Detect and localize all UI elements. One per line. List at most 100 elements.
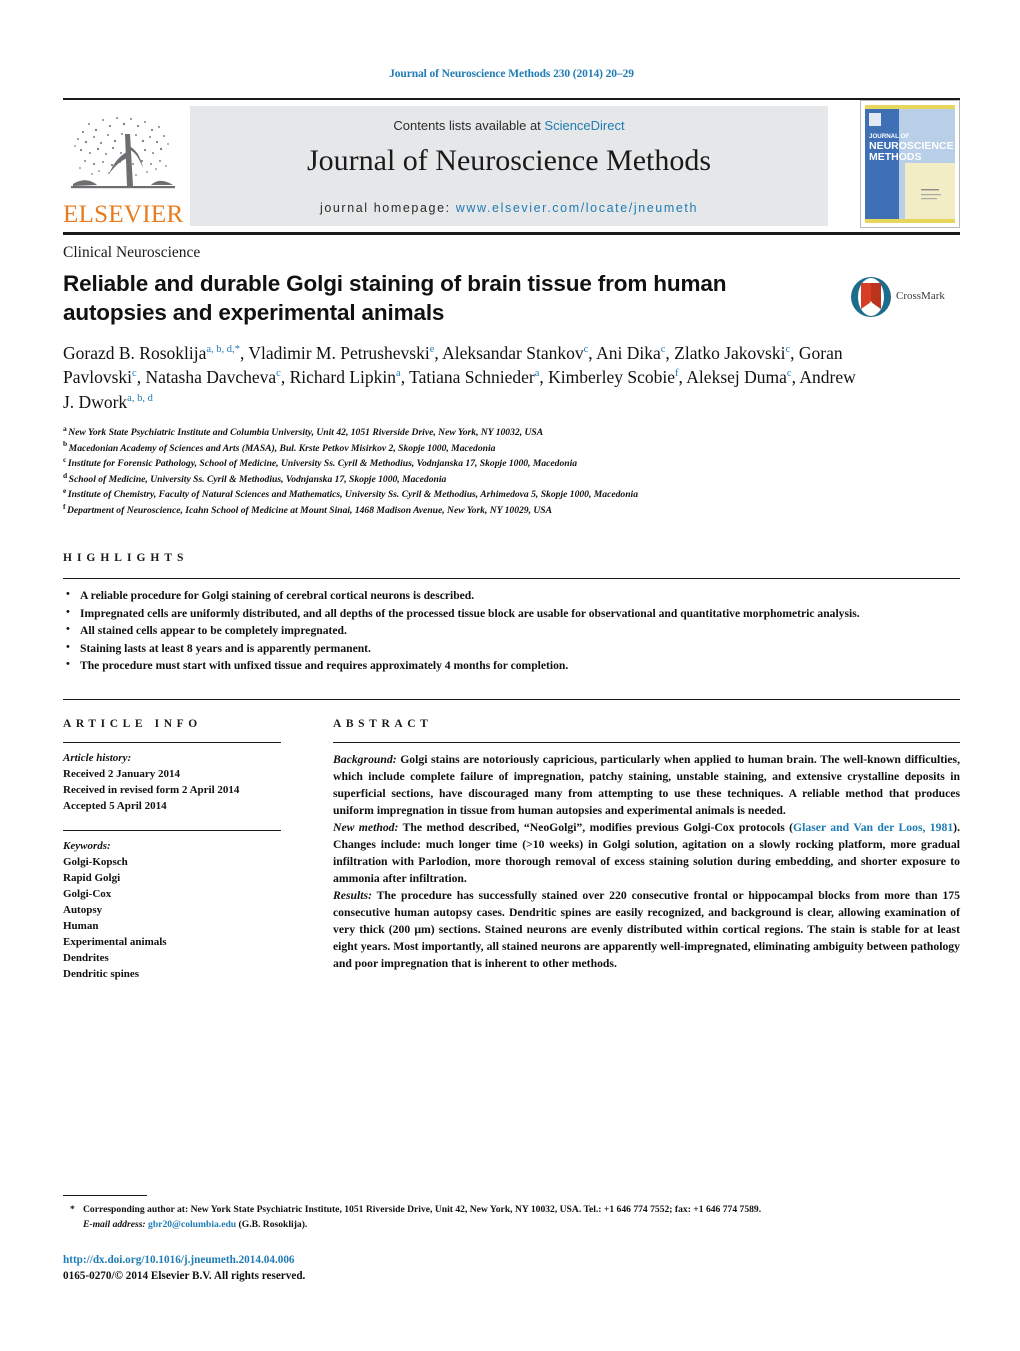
sciencedirect-link[interactable]: ScienceDirect — [544, 118, 624, 133]
highlight-item: The procedure must start with unfixed ti… — [63, 657, 960, 674]
article-info-column: ARTICLE INFO Article history: Received 2… — [63, 718, 281, 983]
author-name: Gorazd B. Rosoklija — [63, 342, 207, 363]
keywords-block: Keywords: Golgi-Kopsch Rapid Golgi Golgi-C… — [63, 831, 281, 982]
keyword-item: Dendrites — [63, 952, 109, 965]
highlight-item: Impregnated cells are uniformly distribu… — [63, 605, 960, 622]
corresponding-author-mark: * — [234, 343, 240, 355]
affiliation-item: a New York State Psychiatric Institute an… — [63, 425, 960, 441]
article-info-heading: ARTICLE INFO — [63, 717, 202, 730]
article-history: Article history: Received 2 January 2014… — [63, 743, 281, 814]
newmethod-citation-link[interactable]: Glaser and Van der Loos, 1981 — [793, 821, 953, 834]
author-affiliation-mark: c — [276, 368, 281, 380]
affiliation-text: Institute of Chemistry, Faculty of Natur… — [67, 489, 638, 501]
author-affiliation-mark: c — [785, 343, 791, 355]
affiliation-text: Institute for Forensic Pathology, School… — [67, 458, 578, 470]
author-affiliation-mark: c — [583, 343, 589, 355]
affiliation-mark: c — [63, 455, 67, 464]
author-affiliation-mark: f — [675, 368, 679, 380]
keyword-item: Golgi-Kopsch — [63, 855, 128, 868]
background-label: Background: — [333, 752, 397, 766]
abstract-paragraph-newmethod: New method: The method described, “NeoGo… — [333, 819, 960, 887]
email-suffix: (G.B. Rosoklija). — [236, 1219, 308, 1231]
affiliation-item: c Institute for Forensic Pathology, Schoo… — [63, 456, 960, 472]
highlight-item: All stained cells appear to be completel… — [63, 622, 960, 639]
title-block: Reliable and durable Golgi staining of b… — [63, 262, 960, 328]
elsevier-wordmark: ELSEVIER — [63, 201, 184, 228]
author-name: Aleksandar Stankov — [442, 342, 584, 363]
affiliation-text: School of Medicine, University Ss. Cyril… — [68, 473, 447, 485]
background-text: Golgi stains are notoriously capricious,… — [333, 752, 960, 817]
running-head: Journal of Neuroscience Methods 230 (201… — [389, 68, 634, 80]
svg-text:JOURNAL OF: JOURNAL OF — [869, 133, 909, 140]
keyword-item: Dendritic spines — [63, 968, 140, 981]
author-name: Natasha Davcheva — [145, 367, 277, 388]
author-affiliation-mark: c — [660, 343, 666, 355]
homepage-link[interactable]: www.elsevier.com/locate/jneumeth — [456, 201, 698, 215]
author-affiliation-mark: a — [396, 368, 401, 380]
author-list: Gorazd B. Rosoklijaa, b, d,*, Vladimir M… — [63, 342, 856, 413]
crossmark-icon — [851, 277, 891, 317]
author-affiliation-mark: a, b, d, — [206, 343, 235, 355]
affiliation-item: e Institute of Chemistry, Faculty of Natu… — [63, 487, 960, 503]
keyword-item: Autopsy — [63, 903, 103, 916]
journal-section-label: Clinical Neuroscience — [63, 244, 201, 261]
keyword-item: Experimental animals — [63, 936, 167, 949]
author-affiliation-mark: e — [429, 343, 435, 355]
copyright-line: 0165-0270/© 2014 Elsevier B.V. All right… — [63, 1270, 306, 1283]
results-label: Results: — [333, 888, 372, 902]
elsevier-tree-icon — [71, 117, 175, 189]
abstract-body: Background: Golgi stains are notoriously… — [333, 743, 960, 972]
author-name: Tatiana Schnieder — [409, 367, 535, 388]
affiliation-text: New York State Psychiatric Institute and… — [68, 427, 544, 439]
results-text: The procedure has successfully stained o… — [333, 888, 960, 970]
author-affiliation-mark: a — [534, 368, 540, 380]
doi-link[interactable]: http://dx.doi.org/10.1016/j.jneumeth.201… — [63, 1253, 960, 1269]
elsevier-logo: ELSEVIER — [63, 106, 183, 228]
article-history-item: Accepted 5 April 2014 — [63, 799, 167, 812]
article-history-label: Article history: — [63, 751, 132, 764]
journal-cover-thumbnail: JOURNAL OF NEUROSCIENCE METHODS — [860, 100, 960, 228]
author-name: Kimberley Scobie — [548, 367, 675, 388]
affiliation-mark: d — [63, 470, 68, 480]
crossmark-badge[interactable]: CrossMark — [850, 276, 960, 322]
email-link[interactable]: gbr20@columbia.edu — [148, 1219, 236, 1230]
column-gap — [281, 718, 333, 983]
author-affiliation-mark: c — [132, 368, 137, 380]
affiliation-mark: a — [63, 423, 67, 433]
newmethod-text-pre: The method described, “NeoGolgi”, modifi… — [398, 820, 794, 834]
affiliation-item: d School of Medicine, University Ss. Cyri… — [63, 470, 960, 488]
affiliation-mark: f — [63, 501, 66, 511]
abstract-column: ABSTRACT Background: Golgi stains are no… — [333, 718, 960, 983]
keyword-item: Human — [63, 920, 99, 932]
highlights-section: HIGHLIGHTS A reliable procedure for Golg… — [63, 552, 960, 674]
highlights-heading: HIGHLIGHTS — [63, 552, 189, 565]
contents-available-line: Contents lists available at ScienceDirec… — [190, 118, 828, 133]
article-title: Reliable and durable Golgi staining of b… — [63, 271, 727, 325]
article-history-items: Received 2 January 2014 Received in revis… — [63, 766, 281, 814]
affiliation-mark: b — [63, 439, 68, 449]
keyword-item: Golgi-Cox — [63, 887, 112, 900]
author-affiliation-mark: a, b, d — [127, 393, 153, 405]
article-first-page: Journal of Neuroscience Methods 230 (201… — [0, 0, 1020, 1351]
abstract-heading: ABSTRACT — [333, 717, 433, 730]
article-history-item: Received in revised form 2 April 2014 — [63, 783, 240, 796]
article-history-item: Received 2 January 2014 — [63, 767, 181, 780]
newmethod-label: New method: — [333, 820, 399, 834]
author-name: Zlatko Jakovski — [674, 342, 786, 363]
keyword-item: Rapid Golgi — [63, 871, 121, 884]
keywords-label: Keywords: — [63, 839, 111, 852]
abstract-paragraph-background: Background: Golgi stains are notoriously… — [333, 751, 960, 819]
author-name: Vladimir M. Petrushevski — [248, 342, 430, 363]
author-name: Richard Lipkin — [289, 367, 397, 388]
affiliation-text: Macedonian Academy of Sciences and Arts … — [68, 442, 496, 454]
email-label: E-mail address: — [83, 1219, 146, 1231]
affiliation-item: b Macedonian Academy of Sciences and Arts… — [63, 439, 960, 457]
journal-cover-image: JOURNAL OF NEUROSCIENCE METHODS — [861, 101, 959, 227]
journal-homepage-line: journal homepage: www.elsevier.com/locat… — [190, 201, 828, 215]
corresponding-author-star: * — [70, 1204, 75, 1216]
journal-banner: Contents lists available at ScienceDirec… — [190, 106, 828, 226]
info-abstract-section: ARTICLE INFO Article history: Received 2… — [63, 698, 960, 983]
corresponding-author-text: Corresponding author at: New York State … — [83, 1204, 762, 1216]
affiliation-mark: e — [63, 486, 67, 496]
corresponding-author-note: * Corresponding author at: New York State… — [63, 1203, 960, 1233]
